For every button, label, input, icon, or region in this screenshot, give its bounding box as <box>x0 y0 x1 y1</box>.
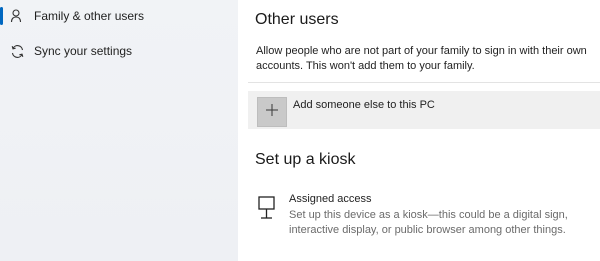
divider <box>248 82 600 83</box>
person-icon <box>9 8 25 24</box>
sidebar-item-label: Sync your settings <box>34 44 133 58</box>
sync-icon <box>9 43 25 59</box>
add-someone-label: Add someone else to this PC <box>293 99 435 111</box>
active-indicator <box>0 7 3 25</box>
section-title-other-users: Other users <box>255 11 339 28</box>
assigned-access-title: Assigned access <box>289 193 372 205</box>
sidebar: Family & other users Sync your settings <box>0 0 238 261</box>
add-someone-card[interactable]: Add someone else to this PC <box>248 91 600 129</box>
assigned-access-description: Set up this device as a kiosk—this could… <box>289 209 568 236</box>
section-title-kiosk: Set up a kiosk <box>255 151 356 168</box>
plus-icon <box>265 103 279 122</box>
kiosk-icon <box>257 196 279 222</box>
add-user-button[interactable] <box>257 97 287 127</box>
sidebar-item-sync-settings[interactable]: Sync your settings <box>0 35 238 67</box>
main-content: Other users Allow people who are not par… <box>238 0 600 261</box>
sidebar-item-label: Family & other users <box>34 9 145 23</box>
other-users-description: Allow people who are not part of your fa… <box>256 45 587 72</box>
settings-window: Family & other users Sync your settings … <box>0 0 600 261</box>
sidebar-item-family-other-users[interactable]: Family & other users <box>0 0 238 32</box>
